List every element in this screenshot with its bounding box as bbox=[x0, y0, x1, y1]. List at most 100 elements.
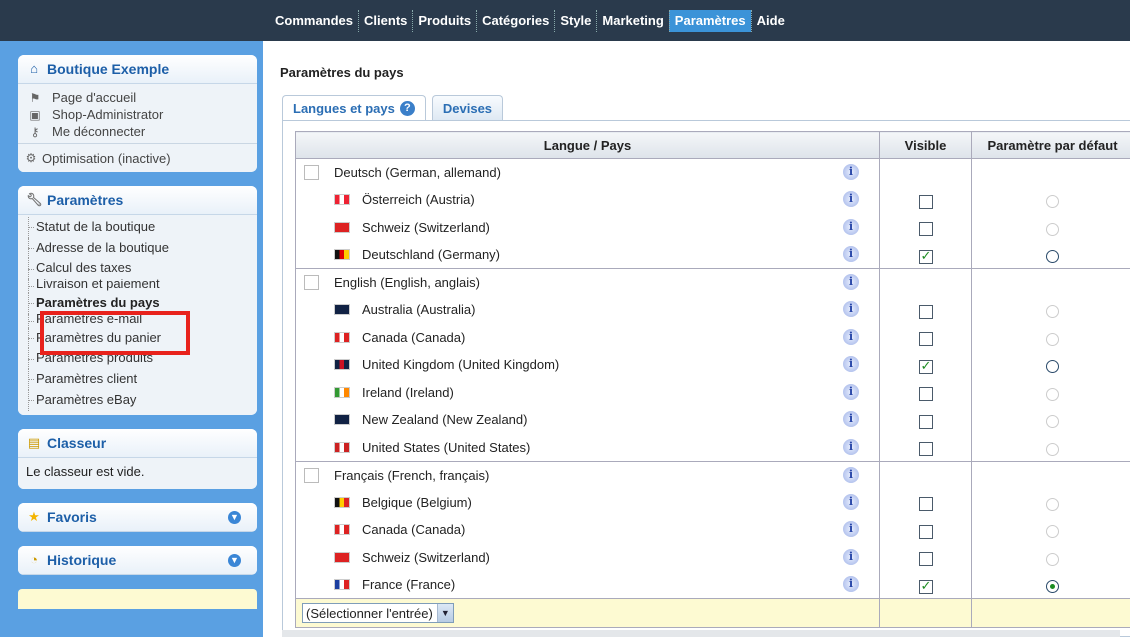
default-radio[interactable] bbox=[1046, 332, 1059, 346]
info-icon[interactable]: i bbox=[843, 191, 859, 207]
sidebar-item-3[interactable]: Livraison et paiement bbox=[18, 279, 257, 294]
header-default: Paramètre par défaut bbox=[971, 131, 1130, 159]
tab-currencies[interactable]: Devises bbox=[431, 95, 504, 121]
shop-links: ⚑ Page d'accueil ▣ Shop-Administrator ⚷ Me … bbox=[18, 84, 257, 172]
info-icon[interactable]: i bbox=[843, 493, 859, 510]
country-name: Belgique (Belgium) bbox=[362, 494, 472, 510]
sidebar-item-5[interactable]: Paramètres e-mail bbox=[18, 313, 257, 328]
info-icon[interactable]: i bbox=[843, 328, 859, 345]
default-radio[interactable] bbox=[1046, 415, 1059, 429]
default-cell bbox=[971, 516, 1130, 544]
nav-item-style[interactable]: Style bbox=[554, 9, 596, 32]
info-icon[interactable]: i bbox=[843, 548, 859, 565]
info-icon[interactable]: i bbox=[843, 218, 859, 235]
nav-item-marketing[interactable]: Marketing bbox=[596, 9, 668, 32]
nav-item-clients[interactable]: Clients bbox=[358, 9, 412, 32]
history-box-header[interactable]: ◔ Historique ▼ bbox=[18, 545, 257, 575]
country-name-cell: Australia (Australia) i bbox=[295, 296, 880, 324]
sidebar-item-2[interactable]: Calcul des taxes bbox=[18, 258, 257, 279]
optimisation-icon: ⚙ bbox=[25, 151, 37, 165]
visible-checkbox[interactable] bbox=[918, 497, 933, 512]
home-page-link[interactable]: ⚑ Page d'accueil bbox=[18, 89, 257, 106]
sidebar-item-9[interactable]: Paramètres eBay bbox=[18, 389, 257, 411]
shop-admin-link[interactable]: ▣ Shop-Administrator bbox=[18, 106, 257, 123]
default-cell bbox=[971, 406, 1130, 434]
country-name-cell: Belgique (Belgium) i bbox=[295, 488, 880, 516]
table-body: Deutsch (German, allemand) i Österreich (A… bbox=[295, 158, 1130, 599]
info-icon[interactable]: i bbox=[843, 411, 859, 427]
shop-box-header[interactable]: ⌂ Boutique Exemple bbox=[18, 55, 257, 84]
sidebar-item-7[interactable]: Paramètres produits bbox=[18, 348, 257, 369]
sidebar-item-4[interactable]: Paramètres du pays bbox=[18, 293, 257, 314]
binder-box-header[interactable]: ▤ Classeur bbox=[18, 428, 257, 458]
visible-checkbox[interactable] bbox=[918, 414, 933, 429]
info-icon[interactable]: i bbox=[843, 356, 859, 372]
info-icon[interactable]: i bbox=[843, 466, 859, 483]
visible-checkbox[interactable] bbox=[918, 442, 933, 456]
default-radio[interactable] bbox=[1046, 250, 1059, 264]
info-icon[interactable]: i bbox=[843, 438, 859, 455]
default-radio[interactable] bbox=[1046, 195, 1059, 209]
tab-languages-countries[interactable]: Langues et pays ? bbox=[282, 95, 426, 121]
expand-history-icon[interactable]: ▼ bbox=[228, 553, 241, 567]
info-icon[interactable]: i bbox=[843, 246, 859, 262]
settings-box-header[interactable]: 🔧︎ Paramètres bbox=[18, 186, 257, 215]
info-icon[interactable]: i bbox=[843, 576, 859, 592]
info-icon[interactable]: i bbox=[843, 383, 859, 400]
visible-checkbox[interactable] bbox=[918, 194, 933, 209]
nav-item-produits[interactable]: Produits bbox=[412, 9, 476, 32]
default-radio[interactable] bbox=[1046, 580, 1059, 594]
top-navigation: Commandes Clients Produits Catégories Style M… bbox=[0, 0, 1130, 41]
default-radio[interactable] bbox=[1046, 222, 1059, 236]
sidebar-item-8[interactable]: Paramètres client bbox=[18, 369, 257, 390]
default-radio[interactable] bbox=[1046, 525, 1059, 539]
default-radio[interactable] bbox=[1046, 360, 1059, 374]
entry-select[interactable]: (Sélectionner l'entrée) ▼ bbox=[302, 603, 454, 623]
visible-checkbox[interactable] bbox=[918, 222, 933, 237]
language-checkbox[interactable] bbox=[304, 165, 319, 180]
favorites-box-header[interactable]: ★ Favoris ▼ bbox=[18, 502, 257, 532]
default-radio[interactable] bbox=[1046, 552, 1059, 566]
nav-item-commandes[interactable]: Commandes bbox=[270, 10, 358, 32]
country-name: Ireland (Ireland) bbox=[362, 384, 454, 400]
clipboard-icon: ▤ bbox=[27, 434, 41, 450]
visible-checkbox[interactable] bbox=[918, 524, 933, 539]
help-icon[interactable]: ? bbox=[399, 101, 415, 116]
language-name: English (English, anglais) bbox=[334, 275, 480, 290]
default-radio[interactable] bbox=[1046, 497, 1059, 511]
info-icon[interactable]: i bbox=[843, 274, 859, 290]
default-radio[interactable] bbox=[1046, 442, 1059, 456]
signpost-icon: ⚑ bbox=[29, 90, 41, 105]
visible-checkbox[interactable] bbox=[918, 358, 933, 374]
country-row: Österreich (Austria) i bbox=[295, 186, 1130, 214]
country-name: Österreich (Austria) bbox=[362, 192, 475, 208]
info-icon[interactable]: i bbox=[843, 164, 859, 180]
visible-checkbox[interactable] bbox=[918, 332, 933, 347]
default-cell bbox=[971, 296, 1130, 324]
visible-checkbox[interactable] bbox=[918, 248, 933, 264]
language-checkbox[interactable] bbox=[304, 467, 319, 483]
nav-item-aide[interactable]: Aide bbox=[750, 9, 790, 32]
nav-item-parametres[interactable]: Paramètres bbox=[668, 9, 751, 32]
sidebar-item-6[interactable]: Paramètres du panier bbox=[18, 327, 257, 349]
visible-checkbox[interactable] bbox=[918, 552, 933, 567]
info-icon[interactable]: i bbox=[843, 301, 859, 317]
default-radio[interactable] bbox=[1046, 387, 1059, 401]
logout-link[interactable]: ⚷ Me déconnecter bbox=[18, 123, 257, 140]
binder-title: Classeur bbox=[47, 434, 107, 451]
sidebar-item-0[interactable]: Statut de la boutique bbox=[18, 217, 257, 238]
optimisation-link[interactable]: ⚙ Optimisation (inactive) bbox=[18, 147, 257, 169]
nav-item-categories[interactable]: Catégories bbox=[476, 9, 554, 32]
sidebar-item-1[interactable]: Adresse de la boutique bbox=[18, 237, 257, 259]
country-row: Schweiz (Switzerland) i bbox=[295, 543, 1130, 571]
language-checkbox[interactable] bbox=[304, 275, 319, 290]
history-icon: ◔ bbox=[30, 551, 38, 567]
info-icon[interactable]: i bbox=[843, 521, 859, 537]
visible-checkbox[interactable] bbox=[918, 578, 933, 594]
expand-favorites-icon[interactable]: ▼ bbox=[228, 510, 241, 524]
visible-checkbox[interactable] bbox=[918, 387, 933, 402]
visible-checkbox[interactable] bbox=[918, 304, 933, 319]
page-title: Paramètres du pays bbox=[280, 65, 404, 80]
default-radio[interactable] bbox=[1046, 305, 1059, 319]
country-row: Canada (Canada) i bbox=[295, 323, 1130, 351]
